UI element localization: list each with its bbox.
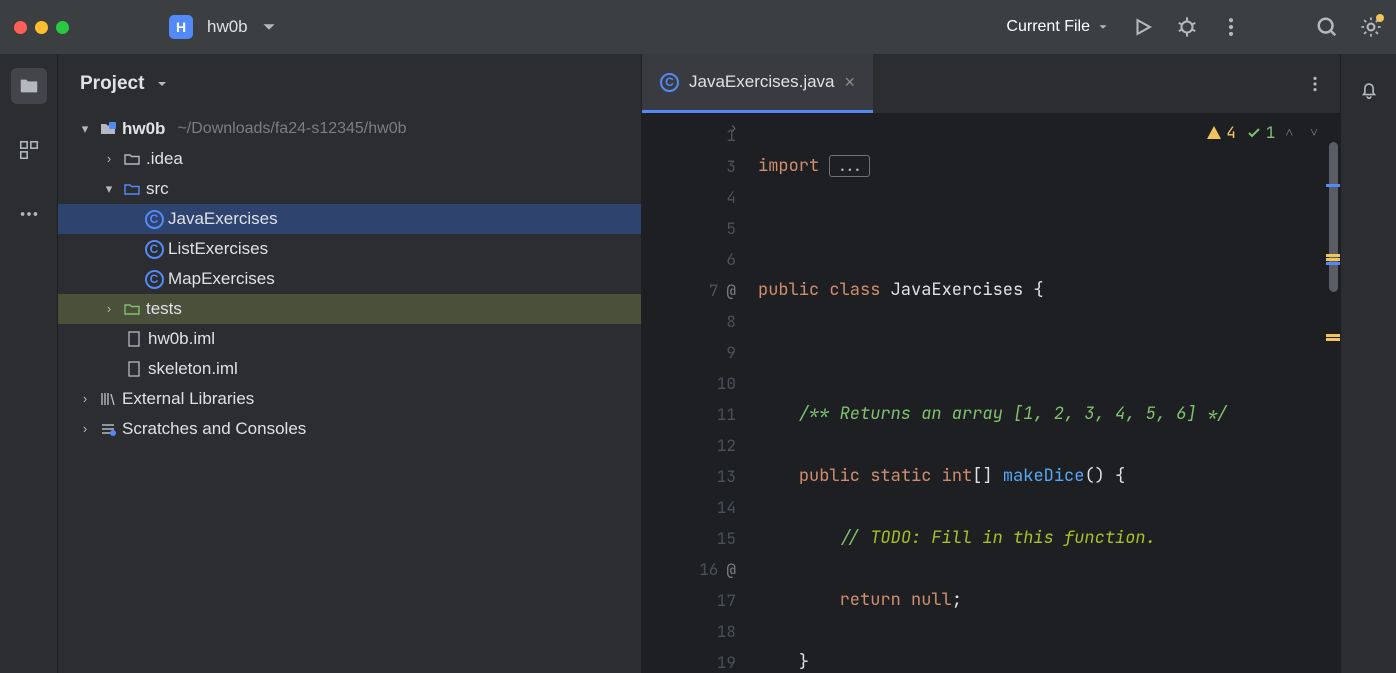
gutter-icon[interactable]: @ bbox=[726, 275, 736, 306]
tree-src[interactable]: ▾ src bbox=[58, 174, 641, 204]
project-tree: ▾ hw0b ~/Downloads/fa24-s12345/hw0b › .i… bbox=[58, 114, 641, 444]
chevron-down-icon bbox=[1096, 20, 1110, 34]
more-vertical-icon bbox=[1306, 75, 1324, 93]
tree-map-exercises[interactable]: C MapExercises bbox=[58, 264, 641, 294]
module-icon bbox=[98, 120, 118, 138]
class-icon: C bbox=[144, 210, 164, 229]
search-icon[interactable] bbox=[1316, 16, 1338, 38]
chevron-right-icon: › bbox=[76, 384, 94, 414]
chevron-down-icon bbox=[154, 76, 170, 92]
gutter: 1 3 4 5 6 7@ 8 9 10 11 12 13 14 15 16@ 1… bbox=[642, 114, 750, 673]
close-window[interactable] bbox=[14, 21, 27, 34]
project-name[interactable]: hw0b bbox=[207, 17, 248, 37]
more-tool-button[interactable] bbox=[11, 196, 47, 232]
folded-region[interactable]: ... bbox=[829, 155, 870, 177]
tree-root[interactable]: ▾ hw0b ~/Downloads/fa24-s12345/hw0b bbox=[58, 114, 641, 144]
right-tool-strip bbox=[1340, 54, 1396, 673]
chevron-right-icon: › bbox=[100, 294, 118, 324]
class-icon: C bbox=[660, 73, 679, 92]
class-icon: C bbox=[144, 240, 164, 259]
run-config-selector[interactable]: Current File bbox=[1006, 18, 1110, 36]
tree-root-name: hw0b bbox=[122, 114, 165, 144]
tree-idea[interactable]: › .idea bbox=[58, 144, 641, 174]
debug-icon[interactable] bbox=[1176, 16, 1198, 38]
check-icon bbox=[1246, 125, 1262, 141]
gear-icon bbox=[1360, 16, 1382, 38]
maximize-window[interactable] bbox=[56, 21, 69, 34]
file-icon bbox=[124, 330, 144, 348]
fold-icon[interactable]: › bbox=[730, 120, 737, 136]
window-controls bbox=[14, 21, 69, 34]
project-badge[interactable]: H bbox=[169, 15, 193, 39]
panel-title: Project bbox=[80, 73, 144, 95]
left-tool-strip bbox=[0, 54, 58, 673]
folder-icon bbox=[122, 150, 142, 168]
project-panel-header[interactable]: Project bbox=[58, 54, 641, 114]
project-panel: Project ▾ hw0b ~/Downloads/fa24-s12345/h… bbox=[58, 54, 642, 673]
close-icon[interactable]: × bbox=[845, 72, 856, 93]
test-folder-icon bbox=[122, 300, 142, 318]
file-icon bbox=[124, 360, 144, 378]
chevron-down-icon[interactable] bbox=[258, 16, 280, 38]
structure-icon bbox=[18, 139, 40, 161]
folder-icon bbox=[18, 75, 40, 97]
inspection-widget[interactable]: 4 1 ˄ ˅ bbox=[1206, 122, 1318, 143]
structure-tool-button[interactable] bbox=[11, 132, 47, 168]
notifications-button[interactable] bbox=[1351, 72, 1387, 108]
run-config-label: Current File bbox=[1006, 18, 1090, 36]
chevron-down-icon: ▾ bbox=[100, 174, 118, 204]
chevron-right-icon: › bbox=[100, 144, 118, 174]
tree-tests[interactable]: › tests bbox=[58, 294, 641, 324]
error-stripe[interactable] bbox=[1326, 114, 1340, 673]
code-content[interactable]: import ... public class JavaExercises { … bbox=[750, 114, 1340, 673]
more-vertical-icon[interactable] bbox=[1220, 16, 1242, 38]
settings-button[interactable] bbox=[1360, 16, 1382, 38]
scrollbar-thumb[interactable] bbox=[1329, 142, 1338, 292]
tab-options-button[interactable] bbox=[1290, 54, 1340, 113]
bell-icon bbox=[1358, 79, 1380, 101]
tree-scratches[interactable]: › Scratches and Consoles bbox=[58, 414, 641, 444]
editor[interactable]: 1 3 4 5 6 7@ 8 9 10 11 12 13 14 15 16@ 1… bbox=[642, 114, 1340, 673]
editor-area: C JavaExercises.java × 1 3 4 5 6 7@ 8 9 … bbox=[642, 54, 1340, 673]
tree-list-exercises[interactable]: C ListExercises bbox=[58, 234, 641, 264]
library-icon bbox=[98, 390, 118, 408]
run-icon[interactable] bbox=[1132, 16, 1154, 38]
gutter-icon[interactable]: @ bbox=[726, 554, 736, 585]
more-horizontal-icon bbox=[18, 203, 40, 225]
source-folder-icon bbox=[122, 180, 142, 198]
scratches-icon bbox=[98, 420, 118, 438]
inspection-nav[interactable]: ˄ ˅ bbox=[1285, 124, 1318, 142]
minimize-window[interactable] bbox=[35, 21, 48, 34]
tab-label: JavaExercises.java bbox=[689, 72, 835, 92]
warning-icon bbox=[1206, 125, 1222, 141]
tree-external-libs[interactable]: › External Libraries bbox=[58, 384, 641, 414]
titlebar: H hw0b Current File bbox=[0, 0, 1396, 54]
tree-iml1[interactable]: hw0b.iml bbox=[58, 324, 641, 354]
tree-java-exercises[interactable]: C JavaExercises bbox=[58, 204, 641, 234]
class-icon: C bbox=[144, 270, 164, 289]
project-tool-button[interactable] bbox=[11, 68, 47, 104]
editor-tab-java-exercises[interactable]: C JavaExercises.java × bbox=[642, 54, 873, 113]
chevron-down-icon: ▾ bbox=[76, 114, 94, 144]
tree-root-path: ~/Downloads/fa24-s12345/hw0b bbox=[177, 114, 406, 144]
tree-iml2[interactable]: skeleton.iml bbox=[58, 354, 641, 384]
chevron-right-icon: › bbox=[76, 414, 94, 444]
tab-strip: C JavaExercises.java × bbox=[642, 54, 1340, 114]
